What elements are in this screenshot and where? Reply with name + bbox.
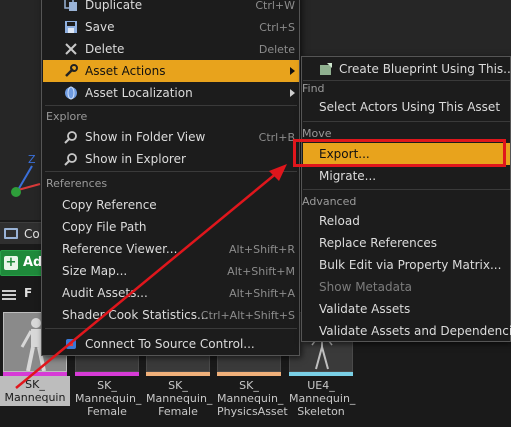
menu-item-bulk-edit[interactable]: Bulk Edit via Property Matrix... xyxy=(303,254,510,276)
menu-item-show-in-explorer[interactable]: Show in Explorer xyxy=(43,148,299,170)
asset-name: SK_ Mannequin_ Female xyxy=(75,379,142,418)
menu-item-label: Create Blueprint Using This... xyxy=(339,62,511,76)
menu-item-label: Validate Assets and Dependencies xyxy=(319,324,511,338)
menu-item-audit-assets[interactable]: Audit Assets... Alt+Shift+A xyxy=(43,282,299,304)
section-header-explore: Explore xyxy=(46,110,88,123)
delete-icon xyxy=(63,41,79,57)
shortcut-label: Ctrl+W xyxy=(255,0,295,12)
submenu-arrow-icon xyxy=(290,89,295,97)
menu-item-label: Copy File Path xyxy=(62,220,147,234)
menu-item-label: Bulk Edit via Property Matrix... xyxy=(319,258,502,272)
menu-item-show-in-folder-view[interactable]: Show in Folder View Ctrl+B xyxy=(43,126,299,148)
add-new-button[interactable]: + Ad xyxy=(0,250,44,276)
section-header-advanced: Advanced xyxy=(302,195,357,208)
search-icon xyxy=(63,151,79,167)
menu-item-save[interactable]: Save Ctrl+S xyxy=(43,16,299,38)
duplicate-icon xyxy=(63,0,79,13)
menu-item-label: Audit Assets... xyxy=(62,286,148,300)
menu-item-label: Export... xyxy=(319,147,370,161)
menu-item-copy-file-path[interactable]: Copy File Path xyxy=(43,216,299,238)
shortcut-label: Alt+Shift+R xyxy=(229,242,295,256)
asset-type-strip xyxy=(75,372,139,376)
menu-item-label: Copy Reference xyxy=(62,198,157,212)
asset-actions-submenu: Create Blueprint Using This... Find Sele… xyxy=(301,56,511,342)
menu-item-connect-source-control[interactable]: Connect To Source Control... xyxy=(43,333,299,355)
menu-item-reload[interactable]: Reload xyxy=(303,210,510,232)
shortcut-label: Alt+Shift+A xyxy=(229,286,295,300)
section-header-references: References xyxy=(46,177,108,190)
blueprint-icon xyxy=(319,61,333,77)
asset-type-strip xyxy=(146,372,210,376)
shortcut-label: Ctrl+B xyxy=(258,130,295,144)
shortcut-label: Alt+Shift+M xyxy=(227,264,295,278)
menu-item-label: Shader Cook Statistics... xyxy=(62,308,209,322)
menu-item-size-map[interactable]: Size Map... Alt+Shift+M xyxy=(43,260,299,282)
asset-name: SK_ Mannequin_ PhysicsAsset xyxy=(217,379,288,418)
menu-item-label: Asset Localization xyxy=(85,86,193,100)
menu-separator xyxy=(303,121,510,122)
filter-bar: F xyxy=(0,284,44,304)
asset-type-strip xyxy=(217,372,281,376)
wrench-icon xyxy=(63,63,79,79)
content-browser-tab[interactable]: Co xyxy=(0,222,44,244)
content-browser-icon xyxy=(4,228,18,239)
shortcut-label: Ctrl+Alt+Shift+S xyxy=(200,308,295,322)
shortcut-label: Delete xyxy=(258,42,295,56)
add-new-label: Ad xyxy=(23,255,43,270)
menu-item-reference-viewer[interactable]: Reference Viewer... Alt+Shift+R xyxy=(43,238,299,260)
section-header-find: Find xyxy=(302,82,325,95)
menu-item-copy-reference[interactable]: Copy Reference xyxy=(43,194,299,216)
menu-item-replace-references[interactable]: Replace References xyxy=(303,232,510,254)
menu-item-shader-cook-statistics[interactable]: Shader Cook Statistics... Ctrl+Alt+Shift… xyxy=(43,304,299,326)
globe-icon xyxy=(63,85,79,101)
submenu-arrow-icon xyxy=(290,67,295,75)
menu-item-asset-localization[interactable]: Asset Localization xyxy=(43,82,299,104)
menu-item-export[interactable]: Export... xyxy=(303,143,510,165)
menu-item-label: Reference Viewer... xyxy=(62,242,178,256)
menu-item-label: Show in Explorer xyxy=(85,152,186,166)
menu-item-validate-dependencies[interactable]: Validate Assets and Dependencies xyxy=(303,320,511,342)
list-view-icon[interactable] xyxy=(2,290,16,300)
menu-item-label: Save xyxy=(85,20,115,34)
svg-text:Z: Z xyxy=(28,153,36,166)
asset-name: SK_ Mannequin_ Female xyxy=(146,379,213,418)
asset-context-menu: Duplicate Ctrl+W Save Ctrl+S Delete Dele… xyxy=(41,0,300,356)
menu-item-migrate[interactable]: Migrate... xyxy=(303,165,510,187)
menu-item-label: Show in Folder View xyxy=(85,130,206,144)
menu-item-label: Show Metadata xyxy=(319,280,413,294)
menu-separator xyxy=(45,328,297,329)
asset-name: UE4_ Mannequin_ Skeleton xyxy=(289,379,356,418)
section-header-move: Move xyxy=(302,127,332,140)
menu-item-label: Migrate... xyxy=(319,169,377,183)
menu-item-label: Delete xyxy=(85,42,125,56)
menu-item-label: Connect To Source Control... xyxy=(85,337,255,351)
menu-item-create-blueprint[interactable]: Create Blueprint Using This... xyxy=(303,58,511,80)
menu-separator xyxy=(45,105,297,106)
search-icon xyxy=(63,129,79,145)
menu-separator xyxy=(303,80,510,81)
menu-item-label: Replace References xyxy=(319,236,437,250)
shortcut-label: Ctrl+S xyxy=(259,20,295,34)
menu-item-select-actors[interactable]: Select Actors Using This Asset xyxy=(303,96,510,118)
filters-button[interactable]: F xyxy=(24,286,32,300)
menu-item-label: Asset Actions xyxy=(85,64,166,78)
asset-type-strip xyxy=(289,372,353,376)
menu-item-asset-actions[interactable]: Asset Actions xyxy=(43,60,299,82)
menu-item-label: Size Map... xyxy=(62,264,128,278)
menu-item-label: Validate Assets xyxy=(319,302,411,316)
menu-item-delete[interactable]: Delete Delete xyxy=(43,38,299,60)
save-icon xyxy=(63,19,79,35)
asset-name: SK_ Mannequin xyxy=(0,376,70,406)
plus-icon: + xyxy=(4,255,18,270)
source-control-icon xyxy=(63,336,79,352)
menu-item-validate-assets[interactable]: Validate Assets xyxy=(303,298,510,320)
menu-separator xyxy=(45,171,297,172)
menu-separator xyxy=(303,189,510,190)
menu-item-label: Select Actors Using This Asset xyxy=(319,100,501,114)
menu-item-label: Reload xyxy=(319,214,360,228)
menu-item-show-metadata: Show Metadata xyxy=(303,276,510,298)
menu-item-duplicate[interactable]: Duplicate Ctrl+W xyxy=(43,0,299,16)
menu-item-label: Duplicate xyxy=(85,0,143,12)
